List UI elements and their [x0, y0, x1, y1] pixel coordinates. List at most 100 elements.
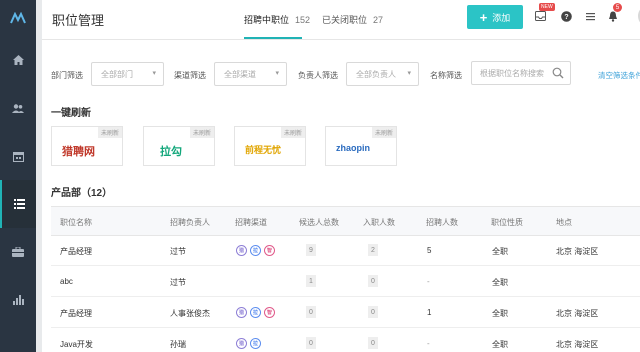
quota-count: 5: [427, 246, 432, 255]
table-row[interactable]: abc 过节 1 0 - 全职: [51, 267, 640, 297]
refresh-status-tag: 未刷新: [280, 127, 305, 138]
search-icon[interactable]: [552, 67, 564, 81]
channel-lagou-icon[interactable]: 拉: [250, 307, 261, 318]
svg-text:?: ?: [564, 14, 568, 21]
sidebar-home-icon[interactable]: [0, 36, 36, 84]
column-header[interactable]: 职位性质: [491, 217, 523, 228]
table-header: 职位名称 招聘负责人 招聘渠道 候选人总数 入职人数 招聘人数 职位性质 地点: [51, 206, 640, 236]
hired-count[interactable]: 0: [368, 275, 378, 287]
position-type: 全职: [492, 278, 508, 287]
name-search-placeholder: 根据职位名称搜索: [480, 68, 544, 78]
hired-count[interactable]: 0: [368, 306, 378, 318]
tab-open-positions-label: 招聘中职位: [244, 15, 290, 25]
position-name[interactable]: 产品经理: [60, 308, 92, 319]
column-header[interactable]: 职位名称: [60, 217, 92, 228]
clear-filters-link[interactable]: 清空筛选条件: [598, 70, 640, 81]
quota-count: -: [427, 277, 430, 286]
liepin-logo: 猎聘网: [62, 146, 95, 158]
refresh-status-tag: 未刷新: [97, 127, 122, 138]
add-position-label: 添加: [492, 12, 511, 23]
candidate-count[interactable]: 1: [306, 275, 316, 287]
channel-card-lagou[interactable]: 未刷新 拉勾: [143, 126, 215, 166]
hired-count[interactable]: 2: [368, 244, 378, 256]
channel-card-51job[interactable]: 未刷新 前程无忧: [234, 126, 306, 166]
plus-icon: +: [479, 9, 488, 25]
page-title: 职位管理: [52, 13, 105, 28]
column-header[interactable]: 招聘负责人: [170, 217, 210, 228]
channel-zhaopin-icon[interactable]: 智: [264, 245, 275, 256]
column-header[interactable]: 地点: [556, 217, 572, 228]
notification-count-badge: 5: [613, 3, 622, 12]
position-type: 全职: [492, 309, 508, 318]
quick-refresh-title: 一键刷新: [51, 108, 91, 119]
position-owner: 过节: [170, 247, 186, 256]
zhaopin-logo: zhaopin: [336, 143, 370, 153]
channel-filter-label: 渠道筛选: [174, 71, 206, 80]
help-icon[interactable]: ?: [560, 10, 572, 22]
add-position-button[interactable]: + 添加: [467, 5, 523, 29]
left-sidebar: [0, 0, 36, 352]
position-name[interactable]: abc: [60, 277, 73, 286]
table-row[interactable]: 产品经理 人事张俊杰 猎 拉 智 0 0 1 全职 北京 海淀区: [51, 298, 640, 328]
table-row[interactable]: Java开发 孙瑞 猎 拉 0 0 - 全职 北京 海淀区: [51, 329, 640, 352]
inbox-icon[interactable]: [534, 10, 546, 22]
app-logo-icon[interactable]: [0, 0, 36, 36]
dept-filter-select[interactable]: 全部部门 ▾: [91, 62, 164, 86]
channel-lagou-icon[interactable]: 拉: [250, 338, 261, 349]
channel-liepin-icon[interactable]: 猎: [236, 245, 247, 256]
candidate-count[interactable]: 9: [306, 244, 316, 256]
channel-filter-value: 全部渠道: [224, 69, 256, 79]
dept-filter-label: 部门筛选: [51, 71, 83, 80]
refresh-status-tag: 未刷新: [189, 127, 214, 138]
chevron-down-icon: ▾: [152, 70, 156, 77]
menu-list-icon[interactable]: [584, 10, 596, 22]
channel-filter-select[interactable]: 全部渠道 ▾: [214, 62, 287, 86]
candidate-count[interactable]: 0: [306, 337, 316, 349]
sidebar-calendar-icon[interactable]: [0, 132, 36, 180]
channel-card-zhaopin[interactable]: 未刷新 zhaopin: [325, 126, 397, 166]
hired-count[interactable]: 0: [368, 337, 378, 349]
position-name[interactable]: 产品经理: [60, 246, 92, 257]
owner-filter-select[interactable]: 全部负责人 ▾: [346, 62, 419, 86]
refresh-status-tag: 未刷新: [371, 127, 396, 138]
channel-card-liepin[interactable]: 未刷新 猎聘网: [51, 126, 123, 166]
sidebar-positions-icon[interactable]: [0, 180, 36, 228]
tab-closed-positions-count: 27: [373, 15, 384, 25]
dept-filter-value: 全部部门: [101, 69, 133, 79]
position-type: 全职: [492, 247, 508, 256]
column-header[interactable]: 候选人总数: [299, 217, 339, 228]
channel-liepin-icon[interactable]: 猎: [236, 338, 247, 349]
position-name[interactable]: Java开发: [60, 339, 93, 350]
sidebar-report-icon[interactable]: [0, 276, 36, 324]
lagou-logo: 拉勾: [160, 146, 182, 158]
position-location: 北京 海淀区: [556, 340, 599, 349]
position-owner: 人事张俊杰: [170, 309, 210, 318]
sidebar-briefcase-icon[interactable]: [0, 228, 36, 276]
channel-liepin-icon[interactable]: 猎: [236, 307, 247, 318]
owner-filter-value: 全部负责人: [356, 69, 396, 79]
candidate-count[interactable]: 0: [306, 306, 316, 318]
owner-filter-label: 负责人筛选: [298, 71, 338, 80]
sidebar-candidates-icon[interactable]: [0, 84, 36, 132]
column-header[interactable]: 入职人数: [363, 217, 395, 228]
position-location: 北京 海淀区: [556, 247, 599, 256]
chevron-down-icon: ▾: [407, 70, 411, 77]
quota-count: 1: [427, 308, 432, 317]
channel-lagou-icon[interactable]: 拉: [250, 245, 261, 256]
tab-closed-positions[interactable]: 已关闭职位 27: [322, 13, 383, 26]
position-owner: 孙瑞: [170, 340, 186, 349]
new-badge: NEW: [539, 3, 555, 11]
column-header[interactable]: 招聘渠道: [235, 217, 267, 228]
tab-closed-positions-label: 已关闭职位: [322, 15, 368, 25]
position-location: 北京 海淀区: [556, 309, 599, 318]
position-owner: 过节: [170, 278, 186, 287]
name-search-input[interactable]: 根据职位名称搜索: [471, 61, 571, 85]
channel-zhaopin-icon[interactable]: 智: [264, 307, 275, 318]
tab-open-positions[interactable]: 招聘中职位 152: [244, 13, 310, 26]
table-row[interactable]: 产品经理 过节 猎 拉 智 9 2 5 全职 北京 海淀区: [51, 236, 640, 266]
department-title: 产品部（12）: [51, 188, 113, 199]
chevron-down-icon: ▾: [275, 70, 279, 77]
column-header[interactable]: 招聘人数: [426, 217, 458, 228]
sidebar-divider: [36, 0, 42, 352]
name-filter-label: 名称筛选: [430, 71, 462, 80]
